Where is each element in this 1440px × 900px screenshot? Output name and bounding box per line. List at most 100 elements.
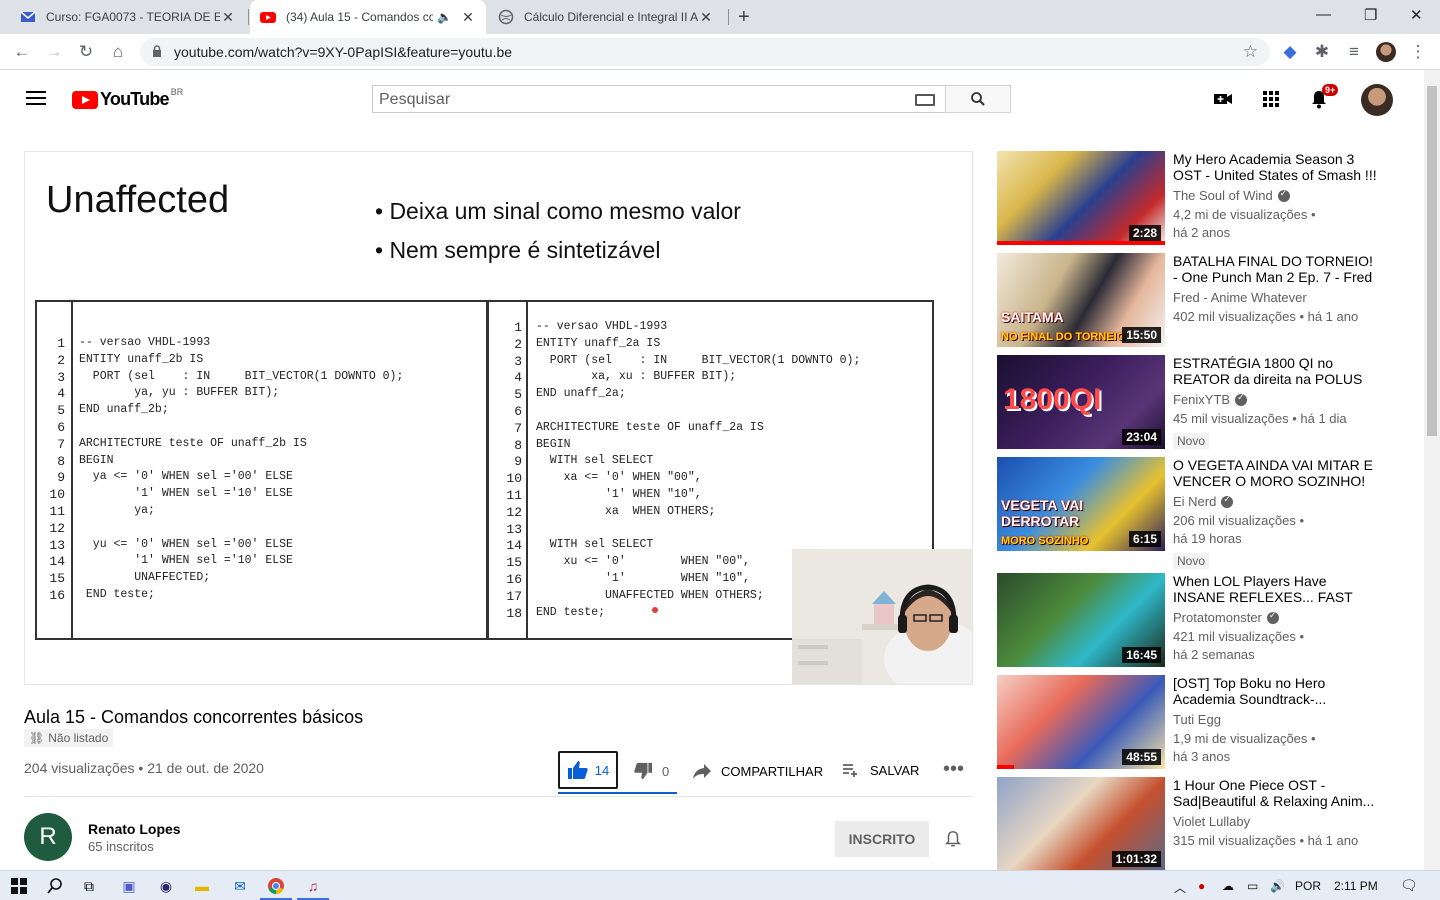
- recommended-channel[interactable]: FenixYTB: [1173, 392, 1248, 407]
- close-icon[interactable]: ✕: [698, 9, 714, 26]
- share-button[interactable]: COMPARTILHAR: [692, 762, 823, 780]
- new-badge: Novo: [1173, 433, 1210, 449]
- recommended-title[interactable]: [OST] Top Boku no Hero Academia Soundtra…: [1173, 675, 1377, 707]
- tray-chevron-icon[interactable]: ︿: [1174, 879, 1186, 896]
- bookmark-star-icon[interactable]: ☆: [1243, 42, 1258, 62]
- video-thumbnail[interactable]: SAITAMA NO FINAL DO TORNEIO 15:50: [997, 253, 1165, 347]
- mail-icon[interactable]: ✉: [231, 877, 249, 895]
- video-thumbnail[interactable]: 1800QI 23:04: [997, 355, 1165, 449]
- recommended-title[interactable]: BATALHA FINAL DO TORNEIO! - One Punch Ma…: [1173, 253, 1377, 285]
- reload-icon[interactable]: ↻: [76, 42, 96, 62]
- video-thumbnail[interactable]: 48:55: [997, 675, 1165, 769]
- recommended-meta: 402 mil visualizações • há 1 ano: [1173, 309, 1359, 324]
- video-player[interactable]: Unaffected • Deixa um sinal como mesmo v…: [24, 151, 973, 685]
- close-icon[interactable]: ✕: [220, 9, 236, 26]
- video-thumbnail[interactable]: 1:01:32: [997, 777, 1165, 871]
- network-icon[interactable]: ▭: [1247, 879, 1258, 893]
- file-explorer-icon[interactable]: ▬: [193, 877, 211, 895]
- new-tab-icon[interactable]: +: [738, 6, 750, 29]
- search-button[interactable]: [945, 85, 1011, 113]
- like-button[interactable]: 14: [558, 751, 618, 789]
- browser-menu-icon[interactable]: ⋮: [1408, 42, 1428, 62]
- recommended-title[interactable]: O VEGETA AINDA VAI MITAR E VENCER O MORO…: [1173, 457, 1377, 489]
- back-icon[interactable]: ←: [12, 42, 32, 62]
- recommended-channel[interactable]: The Soul of Wind: [1173, 188, 1290, 203]
- more-actions-icon[interactable]: •••: [943, 758, 964, 781]
- recommended-video[interactable]: 1:01:32 1 Hour One Piece OST - Sad|Beauti…: [997, 777, 1377, 871]
- app-icon[interactable]: ◉: [157, 877, 175, 895]
- volume-icon[interactable]: 🔊: [1270, 879, 1285, 893]
- media-control-icon[interactable]: ≡: [1344, 42, 1364, 62]
- channel-avatar[interactable]: R: [24, 813, 72, 861]
- youtube-logo[interactable]: YouTube BR: [72, 87, 183, 110]
- video-thumbnail[interactable]: 2:28: [997, 151, 1165, 245]
- menu-icon[interactable]: [26, 91, 46, 105]
- address-bar[interactable]: youtube.com/watch?v=9XY-0PapISI&feature=…: [140, 38, 1270, 66]
- account-avatar[interactable]: [1361, 84, 1393, 116]
- keyboard-icon[interactable]: [915, 94, 935, 106]
- forward-icon[interactable]: →: [44, 42, 64, 62]
- dislike-button[interactable]: 0: [633, 762, 669, 780]
- line-number: 8: [57, 453, 65, 469]
- profile-avatar-icon[interactable]: [1376, 42, 1396, 62]
- teams-icon[interactable]: ▣: [120, 877, 138, 895]
- recommended-video[interactable]: 48:55 [OST] Top Boku no Hero Academia Sou…: [997, 675, 1377, 769]
- like-count: 14: [594, 762, 610, 778]
- minimize-icon[interactable]: —: [1316, 6, 1331, 23]
- recommended-title[interactable]: My Hero Academia Season 3 OST - United S…: [1173, 151, 1377, 183]
- media-app-icon[interactable]: ♫: [304, 877, 322, 895]
- search-input[interactable]: Pesquisar: [372, 85, 946, 113]
- recommended-channel[interactable]: Protatomonster: [1173, 610, 1279, 625]
- tab-youtube-video[interactable]: (34) Aula 15 - Comandos co 🔈 ✕: [250, 0, 486, 34]
- subscribed-button[interactable]: INSCRITO: [835, 821, 929, 857]
- recommended-channel[interactable]: Violet Lullaby: [1173, 814, 1250, 829]
- line-number: 18: [506, 605, 522, 621]
- thumbs-up-icon: [567, 761, 588, 779]
- page-scrollbar[interactable]: [1424, 70, 1440, 870]
- recommended-video[interactable]: 1800QI 23:04 ESTRATÉGIA 1800 QI no REATOR …: [997, 355, 1377, 449]
- recommended-channel[interactable]: Tuti Egg: [1173, 712, 1221, 727]
- recommended-video[interactable]: SAITAMA NO FINAL DO TORNEIO 15:50 BATALHA F…: [997, 253, 1377, 347]
- window-close-icon[interactable]: ✕: [1410, 6, 1423, 24]
- line-number: 5: [514, 387, 522, 403]
- video-thumbnail[interactable]: VEGETA VAI DERROTAR MORO SOZINHO 6:15: [997, 457, 1165, 551]
- cloud-icon[interactable]: ☁: [1222, 879, 1234, 893]
- video-duration: 16:45: [1122, 647, 1161, 663]
- tab-calculus[interactable]: Cálculo Diferencial e Integral II A ✕: [488, 0, 724, 34]
- notification-bell-icon[interactable]: [944, 829, 962, 849]
- recommended-channel[interactable]: Fred - Anime Whatever: [1173, 290, 1307, 305]
- save-button[interactable]: SALVAR: [842, 762, 919, 778]
- windows-start-icon[interactable]: [10, 877, 28, 895]
- recommended-video[interactable]: 16:45 When LOL Players Have INSANE REFLEX…: [997, 573, 1377, 667]
- search-icon[interactable]: [46, 877, 64, 895]
- restore-icon[interactable]: ❐: [1364, 6, 1377, 24]
- line-number: 5: [57, 403, 65, 419]
- speaker-icon[interactable]: 🔈: [437, 10, 452, 24]
- tab-course[interactable]: Curso: FGA0073 - TEORIA DE ELE ✕: [10, 0, 246, 34]
- clock[interactable]: 2:11 PM: [1334, 879, 1378, 893]
- recommended-channel[interactable]: Ei Nerd: [1173, 494, 1234, 509]
- close-icon[interactable]: ✕: [460, 9, 476, 26]
- apps-grid-icon[interactable]: [1261, 89, 1281, 109]
- recommended-title[interactable]: 1 Hour One Piece OST - Sad|Beautiful & R…: [1173, 777, 1377, 809]
- create-video-icon[interactable]: [1213, 89, 1233, 109]
- dislike-count: 0: [662, 763, 670, 779]
- recommended-video[interactable]: 2:28 My Hero Academia Season 3 OST - Unit…: [997, 151, 1377, 245]
- recommended-title[interactable]: ESTRATÉGIA 1800 QI no REATOR da direita …: [1173, 355, 1377, 387]
- video-thumbnail[interactable]: 16:45: [997, 573, 1165, 667]
- code-line: '1' WHEN sel ='10' ELSE: [79, 487, 293, 501]
- extensions-puzzle-icon[interactable]: ✱: [1312, 42, 1332, 62]
- recommended-video[interactable]: VEGETA VAI DERROTAR MORO SOZINHO 6:15 O VEG…: [997, 457, 1377, 569]
- chrome-icon[interactable]: [267, 877, 285, 895]
- recommended-title[interactable]: When LOL Players Have INSANE REFLEXES...…: [1173, 573, 1377, 605]
- line-number: 8: [514, 437, 522, 453]
- task-view-icon[interactable]: ⧉: [80, 877, 98, 895]
- extension-shield-icon[interactable]: ◆: [1280, 42, 1300, 62]
- code-line: ya, yu : BUFFER BIT);: [79, 386, 280, 400]
- channel-name[interactable]: Renato Lopes: [88, 821, 181, 837]
- scrollbar-thumb[interactable]: [1427, 86, 1437, 436]
- home-icon[interactable]: ⌂: [108, 42, 128, 62]
- action-center-icon[interactable]: 🗨: [1400, 877, 1418, 894]
- language-indicator[interactable]: POR: [1295, 879, 1321, 893]
- security-icon[interactable]: ●: [1198, 879, 1205, 893]
